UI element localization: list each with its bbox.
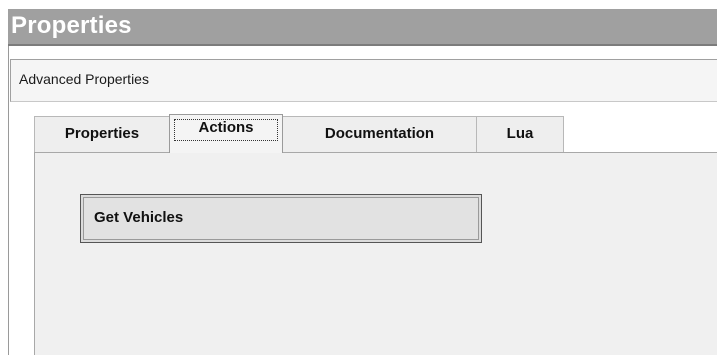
tab-lua[interactable]: Lua: [476, 116, 564, 152]
get-vehicles-button-label: Get Vehicles: [94, 209, 184, 226]
tab-properties-label: Properties: [64, 125, 140, 142]
panel-title: Properties: [11, 12, 132, 39]
tab-actions-label: Actions: [198, 119, 254, 136]
get-vehicles-button[interactable]: Get Vehicles: [80, 194, 482, 243]
tab-properties[interactable]: Properties: [34, 116, 170, 152]
tab-lua-label: Lua: [506, 125, 534, 142]
tab-actions[interactable]: Actions: [169, 114, 283, 153]
tab-documentation-label: Documentation: [324, 125, 435, 142]
advanced-properties-header[interactable]: Advanced Properties: [10, 59, 717, 102]
properties-panel-titlebar: Properties: [8, 9, 717, 46]
tab-documentation[interactable]: Documentation: [282, 116, 477, 152]
actions-tab-content: Get Vehicles: [34, 152, 717, 355]
advanced-properties-label: Advanced Properties: [19, 71, 149, 87]
